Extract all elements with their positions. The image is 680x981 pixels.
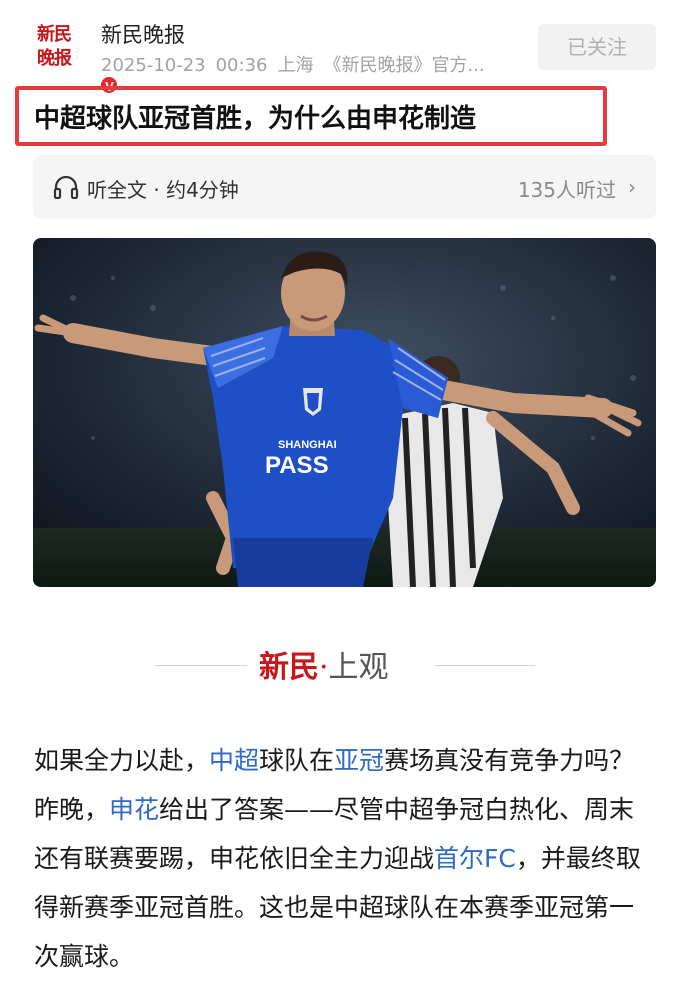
- jersey-sponsor-line2: PASS: [265, 452, 329, 479]
- article-paragraph: 如果全力以赴，中超球队在亚冠赛场真没有竞争力吗？昨晚，申花给出了答案——尽管中超…: [34, 736, 648, 981]
- post-location: 上海: [277, 55, 314, 76]
- account-header: 新民 晚报 V 新民晚报 2025-10-23 00:36 上海 《新民晚报》官方..…: [0, 0, 680, 95]
- paragraph-text: 如果全力以赴，: [34, 746, 210, 775]
- divider-line-right: [435, 665, 535, 666]
- newspaper-logo[interactable]: 新民 晚报 V: [33, 22, 119, 95]
- logo-text-line1: 新民: [37, 24, 72, 45]
- link-yaguan[interactable]: 亚冠: [334, 746, 384, 775]
- link-seoul-fc[interactable]: 首尔FC: [434, 844, 516, 873]
- post-meta: 2025-10-23 00:36 上海 《新民晚报》官方...: [101, 51, 495, 77]
- account-name[interactable]: 新民晚报: [101, 19, 185, 49]
- chevron-right-icon: ›: [628, 175, 636, 199]
- logo-text-line2: 晚报: [37, 48, 72, 69]
- brand-divider: 新民·上观: [155, 642, 535, 686]
- brand-dot: ·: [319, 650, 329, 685]
- post-source: 《新民晚报》官方...: [323, 55, 485, 76]
- post-date: 2025-10-23: [101, 55, 206, 76]
- link-shenhua[interactable]: 申花: [109, 795, 159, 824]
- jersey-sponsor-line1: SHANGHAI: [278, 439, 337, 451]
- post-time: 00:36: [215, 55, 268, 76]
- brand-sub: 上观: [328, 650, 389, 685]
- article-title: 中超球队亚冠首胜，为什么由申花制造: [34, 104, 477, 134]
- listen-label: 听全文 · 约4分钟: [87, 178, 239, 202]
- paragraph-text: 球队在: [259, 746, 335, 775]
- headphones-icon: [53, 175, 79, 199]
- link-zhongchao[interactable]: 中超: [209, 746, 259, 775]
- article-photo[interactable]: SHANGHAI PASS: [33, 238, 656, 587]
- brand-mark: 新民·上观: [259, 642, 389, 686]
- listen-full-article-bar[interactable]: 听全文 · 约4分钟 135人听过 ›: [33, 155, 656, 219]
- brand-main: 新民: [259, 650, 319, 685]
- listen-count: 135人听过: [517, 178, 616, 202]
- follow-button[interactable]: 已关注: [538, 24, 656, 70]
- player-celebration-image: SHANGHAI PASS: [33, 238, 656, 587]
- divider-line-left: [155, 665, 247, 666]
